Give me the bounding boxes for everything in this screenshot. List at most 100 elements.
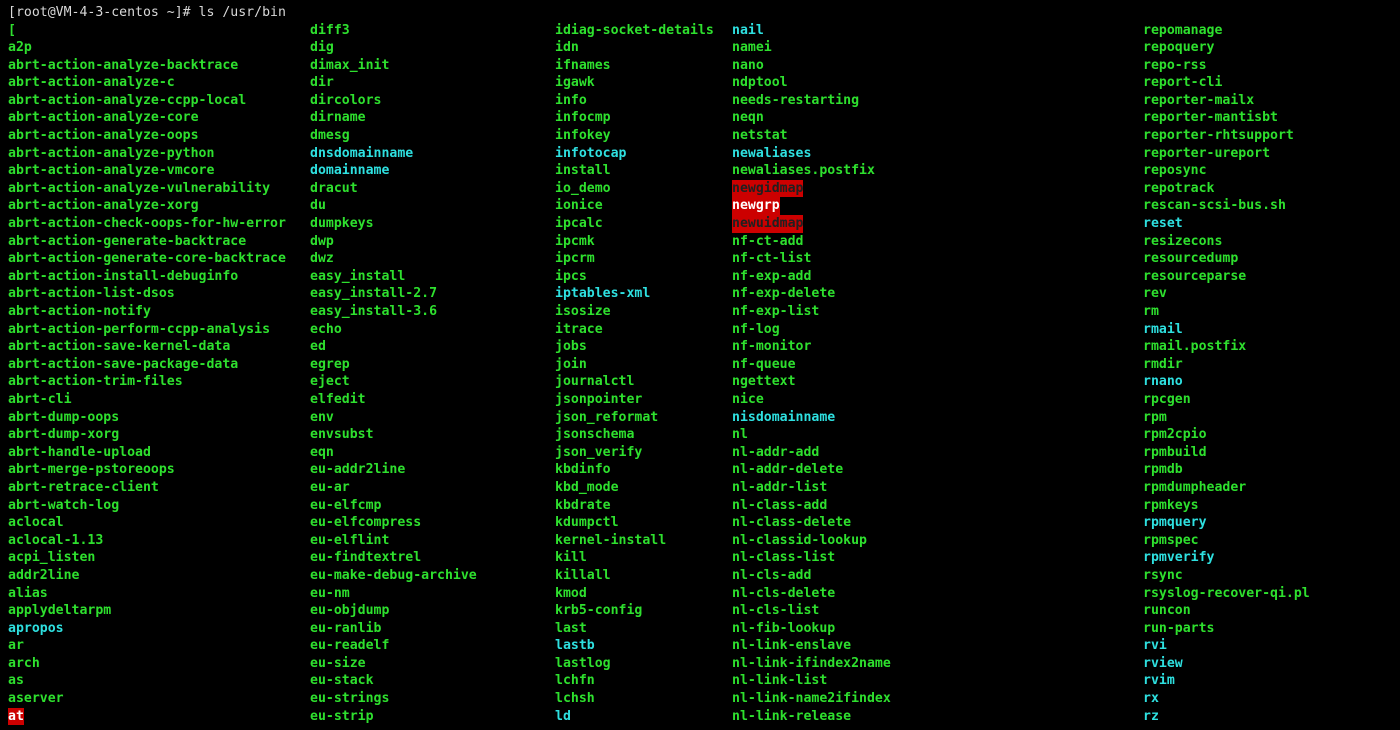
file-entry: isosize bbox=[555, 304, 611, 319]
file-entry: kmod bbox=[555, 585, 587, 601]
output-column-2: diff3 dig dimax_init dir dircolors dirname dme… bbox=[310, 22, 477, 726]
terminal-window[interactable]: [root@VM-4-3-centos ~]# ls /usr/bin [a2p… bbox=[0, 0, 1400, 730]
file-entry: iptables-xml bbox=[555, 286, 651, 302]
file-entry: ipcalc bbox=[555, 216, 603, 232]
file-entry: resourceparse bbox=[1143, 268, 1247, 284]
file-entry: nl bbox=[732, 427, 748, 443]
file-entry: abrt-action-check-oops-for-hw-error bbox=[8, 216, 286, 232]
file-entry: nl-addr-delete bbox=[732, 462, 844, 478]
file-entry: abrt-dump-xorg bbox=[8, 427, 120, 443]
file-entry: rpmdb bbox=[1143, 462, 1183, 478]
file-entry: dimax_init bbox=[310, 57, 390, 73]
file-entry: nice bbox=[732, 391, 764, 407]
file-entry: abrt-action-list-dsos bbox=[8, 286, 175, 302]
file-entry: nf-log bbox=[732, 321, 780, 337]
file-entry: nl-addr-add bbox=[732, 444, 820, 460]
file-entry: rmail.postfix bbox=[1143, 339, 1247, 355]
file-entry: ionice bbox=[555, 198, 603, 214]
file-entry: nf-monitor bbox=[732, 339, 812, 355]
file-entry: du bbox=[310, 198, 326, 214]
file-entry: newaliases.postfix bbox=[732, 163, 875, 179]
file-entry: arch bbox=[8, 655, 40, 671]
file-entry: nf-exp-add bbox=[732, 268, 812, 284]
file-entry: idiag-socket-details bbox=[555, 22, 714, 38]
file-entry: eu-nm bbox=[310, 585, 350, 601]
file-entry: echo bbox=[310, 321, 342, 337]
file-entry: rpmquery bbox=[1143, 515, 1207, 531]
file-entry: nl-cls-list bbox=[732, 603, 820, 619]
file-entry: kbdrate bbox=[555, 497, 611, 513]
file-entry: abrt-action-analyze-python bbox=[8, 145, 215, 161]
file-entry: info bbox=[555, 92, 587, 108]
file-entry: nl-link-name2ifindex bbox=[732, 691, 891, 707]
file-entry: rpmspec bbox=[1143, 532, 1199, 548]
file-entry: nl-link-enslave bbox=[732, 638, 852, 654]
file-entry: nano bbox=[732, 57, 764, 73]
file-entry: kdumpctl bbox=[555, 515, 619, 531]
file-entry: eu-elfcmp bbox=[310, 497, 382, 513]
file-entry: abrt-action-trim-files bbox=[8, 374, 183, 390]
file-entry: ld bbox=[555, 708, 571, 724]
file-entry: abrt-action-analyze-c bbox=[8, 75, 175, 91]
file-entry: join bbox=[555, 356, 587, 372]
file-entry: repomanage bbox=[1143, 22, 1223, 38]
file-entry: rmail bbox=[1143, 321, 1183, 337]
file-entry: abrt-action-save-package-data bbox=[8, 356, 239, 372]
file-entry: ipcmk bbox=[555, 233, 595, 249]
file-entry: eu-ranlib bbox=[310, 620, 382, 636]
file-entry: easy_install-3.6 bbox=[310, 304, 438, 319]
file-entry: nisdomainname bbox=[732, 409, 836, 425]
file-entry: kbdinfo bbox=[555, 462, 611, 478]
file-entry: nf-exp-list bbox=[732, 304, 820, 319]
file-entry: killall bbox=[555, 567, 611, 583]
file-entry: nl-fib-lookup bbox=[732, 620, 836, 636]
file-entry: igawk bbox=[555, 75, 595, 91]
file-entry: resourcedump bbox=[1143, 251, 1239, 267]
file-entry: abrt-action-analyze-xorg bbox=[8, 198, 199, 214]
file-entry: jobs bbox=[555, 339, 587, 355]
file-entry: netstat bbox=[732, 128, 788, 144]
file-entry: reporter-ureport bbox=[1143, 145, 1271, 161]
file-entry: aclocal-1.13 bbox=[8, 532, 104, 548]
file-entry: nl-class-delete bbox=[732, 515, 852, 531]
file-entry: abrt-action-perform-ccpp-analysis bbox=[8, 321, 271, 337]
file-entry: newgrp bbox=[732, 197, 780, 216]
file-entry: runcon bbox=[1143, 603, 1191, 619]
file-entry: rsync bbox=[1143, 567, 1183, 583]
file-entry: rsyslog-recover-qi.pl bbox=[1143, 585, 1310, 601]
file-entry: eu-findtextrel bbox=[310, 550, 422, 566]
file-entry: io_demo bbox=[555, 180, 611, 196]
file-entry: nl-addr-list bbox=[732, 479, 828, 495]
file-entry: newgidmap bbox=[732, 179, 804, 198]
file-entry: rx bbox=[1143, 691, 1159, 707]
file-entry: as bbox=[8, 673, 24, 689]
file-entry: eu-elfcompress bbox=[310, 515, 422, 531]
file-entry: reposync bbox=[1143, 163, 1207, 179]
file-entry: eu-elflint bbox=[310, 532, 390, 548]
file-entry: nl-class-add bbox=[732, 497, 828, 513]
file-entry: lastb bbox=[555, 638, 595, 654]
file-entry: neqn bbox=[732, 110, 764, 126]
file-entry: eqn bbox=[310, 444, 334, 460]
file-entry: abrt-action-analyze-vulnerability bbox=[8, 180, 271, 196]
file-entry: rpm bbox=[1143, 409, 1167, 425]
file-entry: run-parts bbox=[1143, 620, 1215, 636]
file-entry: abrt-action-analyze-ccpp-local bbox=[8, 92, 247, 108]
file-entry: eu-ar bbox=[310, 479, 350, 495]
file-entry: ipcrm bbox=[555, 251, 595, 267]
file-entry: abrt-handle-upload bbox=[8, 444, 151, 460]
file-entry: nl-class-list bbox=[732, 550, 836, 566]
file-entry: ndptool bbox=[732, 75, 788, 91]
file-entry: abrt-cli bbox=[8, 391, 72, 407]
file-entry: dracut bbox=[310, 180, 358, 196]
file-entry: rview bbox=[1143, 655, 1183, 671]
file-entry: a2p bbox=[8, 40, 32, 56]
file-entry: dwp bbox=[310, 233, 334, 249]
file-entry: json_reformat bbox=[555, 409, 659, 425]
file-entry: [ bbox=[8, 22, 16, 38]
file-entry: nl-cls-delete bbox=[732, 585, 836, 601]
file-entry: install bbox=[555, 163, 611, 179]
file-entry: rnano bbox=[1143, 374, 1183, 390]
file-entry: journalctl bbox=[555, 374, 635, 390]
file-entry: infocmp bbox=[555, 110, 611, 126]
